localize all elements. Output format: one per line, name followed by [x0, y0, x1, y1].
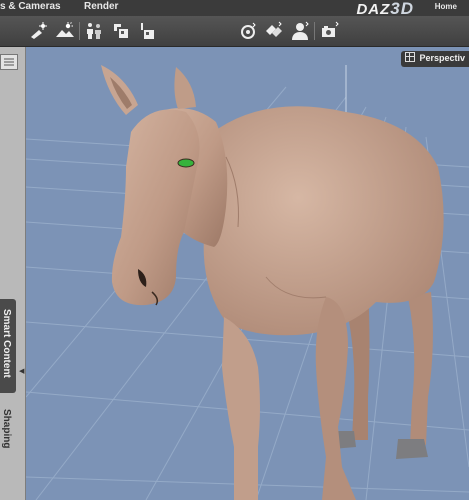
camera-selector[interactable]: Perspectiv	[401, 51, 469, 67]
viewport-scene	[26, 65, 469, 500]
toolbar-separator	[314, 22, 315, 40]
add-light-icon[interactable]	[28, 21, 48, 41]
viewport[interactable]: Perspectiv	[26, 47, 469, 500]
toolbar	[0, 16, 469, 47]
figure-user-icon[interactable]	[290, 21, 310, 41]
toolbar-separator	[79, 22, 80, 40]
prop-load-icon[interactable]	[111, 21, 131, 41]
tab-shaping[interactable]: Shaping	[1, 409, 12, 448]
side-panel: Smart Content Shaping ◀	[0, 47, 26, 500]
camera-icon[interactable]	[320, 21, 340, 41]
tab-lights-cameras[interactable]: s & Cameras	[0, 1, 61, 12]
grid-icon	[405, 52, 416, 62]
menu-bar: s & Cameras Render DAZ3D Home	[0, 0, 469, 18]
tab-smart-content-label: Smart Content	[1, 309, 12, 378]
node-pose-icon[interactable]	[264, 21, 284, 41]
tab-render[interactable]: Render	[84, 1, 118, 12]
camera-label: Perspectiv	[419, 53, 465, 63]
home-link[interactable]: Home	[435, 2, 457, 11]
horse-eye	[177, 158, 195, 168]
panel-menu-icon[interactable]	[0, 54, 18, 70]
prop-save-icon[interactable]	[138, 21, 158, 41]
environment-icon[interactable]	[55, 21, 75, 41]
horse-figure[interactable]	[101, 65, 444, 500]
node-rotate-icon[interactable]	[238, 21, 258, 41]
figure-icon[interactable]	[84, 21, 104, 41]
panel-collapse-icon[interactable]: ◀	[19, 367, 24, 375]
